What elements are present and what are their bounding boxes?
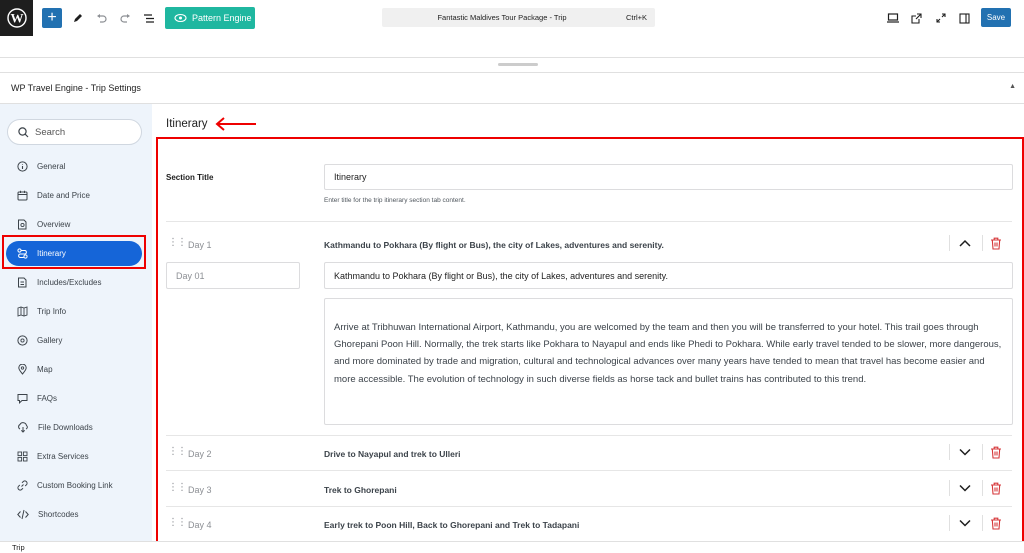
search-input[interactable]: Search [7, 119, 142, 145]
separator [949, 444, 950, 460]
section-title-hint: Enter title for the trip itinerary secti… [324, 197, 466, 204]
code-icon [17, 509, 29, 520]
trash-icon[interactable] [990, 237, 1002, 250]
tools-pen-icon[interactable] [72, 8, 84, 28]
editor-footer: Trip [0, 541, 1024, 553]
external-link-icon[interactable] [910, 8, 923, 28]
divider [166, 435, 1012, 436]
search-icon [18, 126, 29, 137]
editor-toolbar: W + Pattern Engine Fantastic Maldives To… [0, 0, 1024, 36]
separator [982, 480, 983, 496]
itinerary-highlight-box [2, 235, 146, 269]
sidebar-item-gallery[interactable]: Gallery [6, 328, 142, 353]
separator [982, 235, 983, 251]
page-title: Itinerary [166, 118, 208, 130]
calendar-icon [17, 190, 28, 201]
day-label: Day 2 [188, 449, 212, 459]
trash-icon[interactable] [990, 517, 1002, 530]
separator [949, 480, 950, 496]
day-label: Day 4 [188, 520, 212, 530]
gallery-icon [17, 335, 28, 346]
info-icon [17, 161, 28, 172]
cloud-download-icon [18, 422, 28, 433]
sidebar-item-trip-info[interactable]: Trip Info [6, 299, 142, 324]
pattern-engine-button[interactable]: Pattern Engine [165, 7, 255, 29]
document-search-icon [18, 219, 27, 230]
grid-icon [17, 451, 28, 462]
sidebar-item-shortcodes[interactable]: Shortcodes [6, 502, 142, 527]
day-description-textarea[interactable]: Arrive at Tribhuwan International Airpor… [324, 298, 1013, 425]
drag-handle-icon[interactable]: ⋮⋮ [168, 446, 187, 457]
resize-handle[interactable] [498, 63, 538, 66]
list-icon [18, 277, 27, 288]
wordpress-logo[interactable]: W [0, 0, 33, 36]
chevron-down-icon[interactable] [958, 482, 972, 494]
day-label: Day 3 [188, 485, 212, 495]
sidebar-item-overview[interactable]: Overview [6, 212, 142, 237]
fullscreen-icon[interactable] [934, 8, 947, 28]
search-placeholder: Search [35, 126, 66, 138]
trash-icon[interactable] [990, 446, 1002, 459]
document-title-bar[interactable]: Fantastic Maldives Tour Package - Trip C… [382, 8, 655, 27]
settings-sidebar-icon[interactable] [958, 8, 971, 28]
section-title-input[interactable]: Itinerary [324, 164, 1013, 190]
map-icon [17, 306, 28, 317]
view-desktop-icon[interactable] [886, 8, 899, 28]
redo-icon[interactable] [119, 8, 131, 28]
document-title: Fantastic Maldives Tour Package - Trip [437, 13, 567, 22]
day-title: Trek to Ghorepani [324, 485, 397, 495]
chevron-up-icon[interactable] [958, 237, 972, 249]
section-title-label: Section Title [166, 173, 214, 182]
chevron-down-icon[interactable] [958, 517, 972, 529]
command-shortcut: Ctrl+K [625, 13, 647, 22]
document-overview-icon[interactable] [143, 8, 155, 28]
day-title: Drive to Nayapul and trek to Ulleri [324, 449, 461, 459]
editor-canvas [0, 36, 1024, 58]
sidebar-item-map[interactable]: Map [6, 357, 142, 382]
save-button[interactable]: Save [981, 8, 1011, 27]
faq-icon [17, 394, 28, 404]
day-title: Kathmandu to Pokhara (By flight or Bus),… [324, 240, 664, 250]
sidebar-item-extra-services[interactable]: Extra Services [6, 444, 142, 469]
day-title-input[interactable]: Kathmandu to Pokhara (By flight or Bus),… [324, 262, 1013, 289]
link-icon [17, 480, 28, 491]
drag-handle-icon[interactable]: ⋮⋮ [168, 482, 187, 493]
sidebar-item-custom-booking-link[interactable]: Custom Booking Link [6, 473, 142, 498]
divider [166, 506, 1012, 507]
divider [166, 470, 1012, 471]
meta-box-header[interactable]: WP Travel Engine - Trip Settings ▲ [0, 72, 1024, 104]
day-title: Early trek to Poon Hill, Back to Ghorepa… [324, 520, 580, 530]
sidebar-item-includes-excludes[interactable]: Includes/Excludes [6, 270, 142, 295]
trip-settings-sidebar: Search General Date and Price Overview I… [0, 104, 152, 541]
sidebar-item-date-and-price[interactable]: Date and Price [6, 183, 142, 208]
chevron-down-icon[interactable] [958, 446, 972, 458]
day-label: Day 1 [188, 240, 212, 250]
divider [166, 221, 1012, 222]
sidebar-item-file-downloads[interactable]: File Downloads [6, 415, 142, 440]
wordpress-icon: W [6, 8, 27, 28]
day-number-input[interactable]: Day 01 [166, 262, 300, 289]
separator [982, 515, 983, 531]
drag-handle-icon[interactable]: ⋮⋮ [168, 517, 187, 528]
svg-text:W: W [10, 11, 23, 26]
add-block-button[interactable]: + [42, 8, 62, 28]
drag-handle-icon[interactable]: ⋮⋮ [168, 237, 187, 248]
pattern-engine-icon [174, 13, 187, 23]
arrow-left-icon [215, 117, 256, 131]
collapse-caret-icon[interactable]: ▲ [1009, 83, 1016, 90]
separator [982, 444, 983, 460]
meta-box-title: WP Travel Engine - Trip Settings [11, 83, 141, 93]
separator [949, 235, 950, 251]
separator [949, 515, 950, 531]
sidebar-item-general[interactable]: General [6, 154, 142, 179]
trash-icon[interactable] [990, 482, 1002, 495]
breadcrumb[interactable]: Trip [12, 543, 25, 552]
undo-icon[interactable] [95, 8, 107, 28]
sidebar-item-faqs[interactable]: FAQs [6, 386, 142, 411]
map-pin-icon [18, 364, 27, 375]
